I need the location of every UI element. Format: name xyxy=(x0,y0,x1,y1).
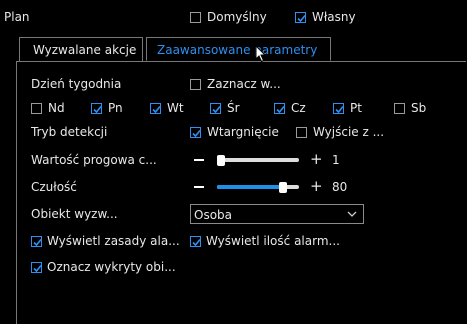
sensitivity-increase-button[interactable]: + xyxy=(310,177,323,195)
sensitivity-decrease-button[interactable] xyxy=(194,186,204,188)
custom-label: Własny xyxy=(312,10,356,24)
day-checkbox-wt[interactable] xyxy=(150,103,161,114)
show-count-label: Wyświetl ilość alarm... xyxy=(206,234,340,248)
detection-mode-label: Tryb detekcji xyxy=(31,125,108,139)
plan-label: Plan xyxy=(4,10,30,24)
day-checkbox-nd[interactable] xyxy=(31,103,42,114)
weekday-label: Dzień tygodnia xyxy=(31,77,122,91)
checkmark-icon xyxy=(192,238,201,247)
mark-objects-checkbox[interactable] xyxy=(31,262,42,273)
checkmark-icon xyxy=(33,264,42,273)
day-label-wt: Wt xyxy=(167,101,184,115)
day-label-pn: Pn xyxy=(108,101,123,115)
object-select[interactable]: Osoba xyxy=(190,204,364,224)
day-checkbox-sr[interactable] xyxy=(210,103,221,114)
sensitivity-slider-fill xyxy=(217,185,283,189)
checkmark-icon xyxy=(192,129,201,138)
checkmark-icon xyxy=(297,14,306,23)
object-select-value: Osoba xyxy=(194,208,233,222)
day-label-nd: Nd xyxy=(48,101,65,115)
threshold-slider-handle[interactable] xyxy=(217,155,225,166)
day-checkbox-sb[interactable] xyxy=(394,103,405,114)
object-label: Obiekt wyzw... xyxy=(31,207,118,221)
custom-checkbox[interactable] xyxy=(295,12,306,23)
day-label-cz: Cz xyxy=(291,101,306,115)
tab-triggered-actions-label: Wyzwalane akcje xyxy=(33,43,137,57)
checkmark-icon xyxy=(276,105,285,114)
checkmark-icon xyxy=(33,238,42,247)
tab-advanced-params[interactable]: Zaawansowane parametry xyxy=(146,37,331,61)
mark-objects-label: Oznacz wykryty obi... xyxy=(47,260,176,274)
exit-label: Wyjście z ... xyxy=(313,125,385,139)
intrusion-checkbox[interactable] xyxy=(190,127,201,138)
checkmark-icon xyxy=(335,105,344,114)
day-checkbox-cz[interactable] xyxy=(274,103,285,114)
day-label-sr: Śr xyxy=(227,101,240,115)
select-all-label: Zaznacz w... xyxy=(207,77,281,91)
default-label: Domyślny xyxy=(207,10,267,24)
threshold-label: Wartość progowa c... xyxy=(31,153,157,167)
show-count-checkbox[interactable] xyxy=(190,236,201,247)
chevron-down-icon xyxy=(347,211,357,217)
day-checkbox-pn[interactable] xyxy=(91,103,102,114)
settings-panel xyxy=(16,61,466,324)
sensitivity-slider-handle[interactable] xyxy=(279,182,287,193)
select-all-checkbox[interactable] xyxy=(190,79,201,90)
threshold-value: 1 xyxy=(332,153,340,167)
threshold-decrease-button[interactable] xyxy=(194,159,204,161)
show-rules-label: Wyświetl zasady ala... xyxy=(47,234,180,248)
exit-checkbox[interactable] xyxy=(296,127,307,138)
show-rules-checkbox[interactable] xyxy=(31,236,42,247)
sensitivity-label: Czułość xyxy=(31,180,77,194)
day-label-pt: Pt xyxy=(350,101,362,115)
tab-triggered-actions[interactable]: Wyzwalane akcje xyxy=(19,37,143,61)
threshold-increase-button[interactable]: + xyxy=(310,150,323,168)
sensitivity-value: 80 xyxy=(332,180,348,194)
default-checkbox[interactable] xyxy=(190,12,201,23)
checkmark-icon xyxy=(152,105,161,114)
checkmark-icon xyxy=(212,105,221,114)
day-checkbox-pt[interactable] xyxy=(333,103,344,114)
checkmark-icon xyxy=(93,105,102,114)
tab-advanced-params-label: Zaawansowane parametry xyxy=(157,43,318,57)
threshold-slider-track[interactable] xyxy=(217,158,299,162)
day-label-sb: Sb xyxy=(411,101,427,115)
intrusion-label: Wtargnięcie xyxy=(207,125,279,139)
